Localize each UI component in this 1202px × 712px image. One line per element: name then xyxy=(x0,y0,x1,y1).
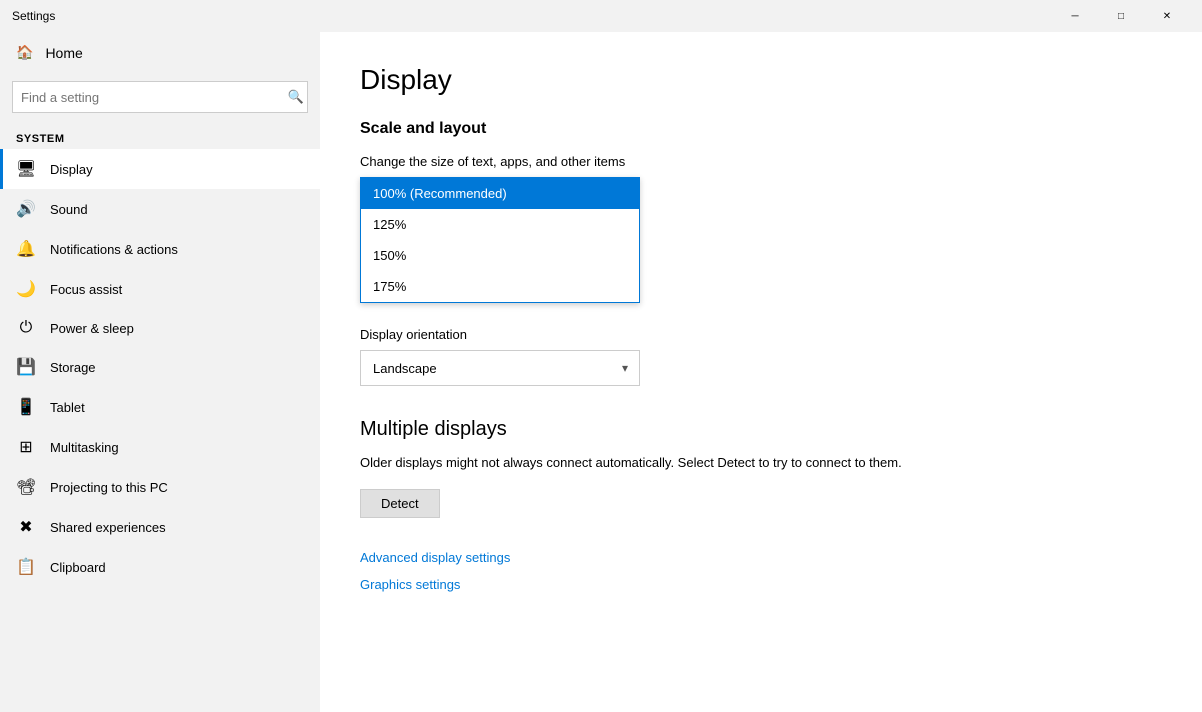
sidebar-section-label: System xyxy=(0,121,320,149)
main-content: Display Scale and layout Change the size… xyxy=(320,32,1202,712)
search-icon[interactable]: 🔍 xyxy=(288,89,304,105)
focus-icon: 🌙 xyxy=(16,279,36,299)
storage-icon: 💾 xyxy=(16,357,36,377)
search-input[interactable] xyxy=(12,81,308,113)
sidebar-item-projecting[interactable]: 📽 Projecting to this PC xyxy=(0,467,320,507)
advanced-display-link[interactable]: Advanced display settings xyxy=(360,550,1162,565)
sidebar-item-projecting-label: Projecting to this PC xyxy=(50,480,168,495)
sidebar-item-sound[interactable]: 🔊 Sound xyxy=(0,189,320,229)
window-controls: ─ □ ✕ xyxy=(1052,0,1190,32)
scale-section-title: Scale and layout xyxy=(360,120,1162,138)
sound-icon: 🔊 xyxy=(16,199,36,219)
tablet-icon: 📱 xyxy=(16,397,36,417)
app-container: 🏠 Home 🔍 System 🖥 Display 🔊 Sound 🔔 Noti… xyxy=(0,32,1202,712)
shared-icon: ✖ xyxy=(16,517,36,537)
sidebar-item-notifications-label: Notifications & actions xyxy=(50,242,178,257)
scale-label: Change the size of text, apps, and other… xyxy=(360,154,1162,169)
scale-dropdown[interactable]: 100% (Recommended) 125% 150% 175% xyxy=(360,177,640,303)
maximize-button[interactable]: □ xyxy=(1098,0,1144,32)
sidebar-item-multitasking-label: Multitasking xyxy=(50,440,119,455)
scale-option-100[interactable]: 100% (Recommended) xyxy=(361,178,639,209)
home-label: Home xyxy=(45,45,82,61)
sidebar-item-multitasking[interactable]: ⊞ Multitasking xyxy=(0,427,320,467)
sidebar-item-tablet[interactable]: 📱 Tablet xyxy=(0,387,320,427)
scale-option-175[interactable]: 175% xyxy=(361,271,639,302)
sidebar: 🏠 Home 🔍 System 🖥 Display 🔊 Sound 🔔 Noti… xyxy=(0,32,320,712)
sidebar-item-focus[interactable]: 🌙 Focus assist xyxy=(0,269,320,309)
minimize-button[interactable]: ─ xyxy=(1052,0,1098,32)
search-container: 🔍 xyxy=(0,73,320,121)
display-icon: 🖥 xyxy=(16,159,36,179)
detect-button[interactable]: Detect xyxy=(360,489,440,518)
close-button[interactable]: ✕ xyxy=(1144,0,1190,32)
sidebar-item-clipboard-label: Clipboard xyxy=(50,560,106,575)
multiple-displays-title: Multiple displays xyxy=(360,418,1162,441)
orientation-label: Display orientation xyxy=(360,327,1162,342)
scale-option-125[interactable]: 125% xyxy=(361,209,639,240)
projecting-icon: 📽 xyxy=(16,477,36,497)
sidebar-item-tablet-label: Tablet xyxy=(50,400,85,415)
sidebar-item-power-label: Power & sleep xyxy=(50,321,134,336)
sidebar-item-display-label: Display xyxy=(50,162,93,177)
sidebar-item-storage[interactable]: 💾 Storage xyxy=(0,347,320,387)
titlebar: Settings ─ □ ✕ xyxy=(0,0,1202,32)
scale-option-150[interactable]: 150% xyxy=(361,240,639,271)
home-icon: 🏠 xyxy=(16,44,33,61)
orientation-select-wrapper: Landscape Portrait Landscape (flipped) P… xyxy=(360,350,640,386)
sidebar-item-storage-label: Storage xyxy=(50,360,96,375)
page-title: Display xyxy=(360,64,1162,96)
power-icon: ⏻ xyxy=(16,319,36,337)
app-title: Settings xyxy=(12,9,1052,23)
sidebar-item-power[interactable]: ⏻ Power & sleep xyxy=(0,309,320,347)
sidebar-item-display[interactable]: 🖥 Display xyxy=(0,149,320,189)
clipboard-icon: 📋 xyxy=(16,557,36,577)
notifications-icon: 🔔 xyxy=(16,239,36,259)
multiple-displays-desc: Older displays might not always connect … xyxy=(360,453,920,473)
sidebar-item-focus-label: Focus assist xyxy=(50,282,122,297)
multitasking-icon: ⊞ xyxy=(16,437,36,457)
graphics-settings-link[interactable]: Graphics settings xyxy=(360,577,1162,592)
sidebar-home[interactable]: 🏠 Home xyxy=(0,32,320,73)
sidebar-item-clipboard[interactable]: 📋 Clipboard xyxy=(0,547,320,587)
sidebar-item-notifications[interactable]: 🔔 Notifications & actions xyxy=(0,229,320,269)
sidebar-item-sound-label: Sound xyxy=(50,202,88,217)
sidebar-item-shared-label: Shared experiences xyxy=(50,520,166,535)
orientation-select[interactable]: Landscape Portrait Landscape (flipped) P… xyxy=(360,350,640,386)
sidebar-item-shared[interactable]: ✖ Shared experiences xyxy=(0,507,320,547)
